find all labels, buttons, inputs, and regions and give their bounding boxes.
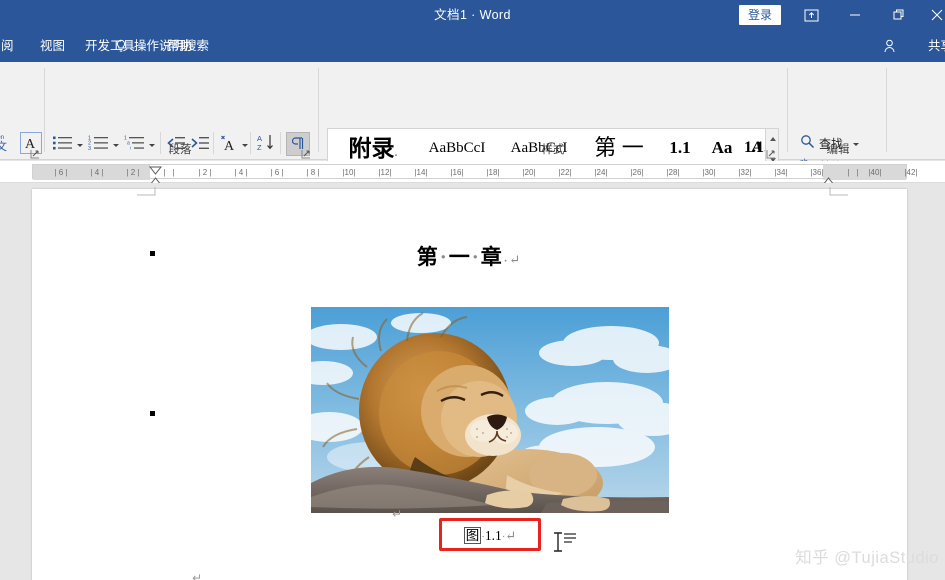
ruler-tick: | 4 | [90,168,104,177]
ruler-tick: |18| [486,168,500,177]
ruler-tick: | 2 | [198,168,212,177]
ribbon-display-options-icon[interactable] [789,0,833,30]
group-label-editing: 编辑 [826,144,850,156]
ruler-tick: | 8 | [306,168,320,177]
ruler-tick: |22| [558,168,572,177]
hanging-indent-marker[interactable] [148,173,163,186]
ruler-tick: |40| [868,168,882,177]
group-label-styles: 样式 [541,144,565,156]
share-person-icon [884,38,899,54]
ruler-tick: |16| [450,168,464,177]
caption-prefix: 图 [463,526,482,544]
lion-image[interactable] [311,307,669,513]
margin-corner-mark [137,187,163,213]
close-icon[interactable] [915,0,945,30]
ruler-tick: |34| [774,168,788,177]
watermark: 知乎 @TujiaStudio [795,549,939,567]
lightbulb-icon [113,38,129,54]
tab-developer[interactable]: 开发工具 [78,30,142,62]
paragraph-dialog-launcher[interactable] [301,146,311,159]
ruler-tick: |12| [378,168,392,177]
caption-paragraph-mark: ↵ [505,527,517,543]
paragraph-mark: ↵ [509,252,523,267]
ribbon-tabs: 阅 视图 开发工具 帮助 操作说明搜索 共享 [0,30,945,62]
page-title: 第·一·章·↵ [416,245,523,269]
tab-view[interactable]: 视图 [33,30,72,62]
tab-review[interactable]: 阅 [0,30,21,62]
style-bullet-marker [150,411,155,416]
ruler-tick: |28| [666,168,680,177]
title-part-1: 第 [416,245,440,269]
ruler-tick: |14| [414,168,428,177]
ruler-track[interactable]: | 6 | | 4 | | 2 | | | | 2 | | 4 | | 6 | … [32,164,918,180]
first-line-indent-marker[interactable] [148,162,163,175]
ruler[interactable]: | 6 | | 4 | | 2 | | | | 2 | | 4 | | 6 | … [0,161,945,186]
ruler-tick: | 2 | [126,168,140,177]
text-cursor-pointer [552,531,576,557]
word-window: 文档1 · Word 登录 阅 视图 开发工具 帮助 操作说明搜索 共 n 文 … [0,0,945,580]
phonetic-guide-icon[interactable]: hén 文 [0,132,18,152]
figure-caption-row[interactable]: 图 ·1.1·↵ [311,517,669,551]
figure-caption: 图 ·1.1·↵ [463,526,517,544]
caption-number: 1.1 [484,527,502,543]
ruler-tick: |10| [342,168,356,177]
ruler-tick: |24| [594,168,608,177]
ruler-tick: |32| [738,168,752,177]
group-label-paragraph: 段落 [168,144,192,156]
ribbon: hén 文 A A 字 [0,62,945,197]
caption-highlight-box[interactable]: 图 ·1.1·↵ [438,517,542,551]
ruler-tick: |30| [702,168,716,177]
title-bar: 文档1 · Word 登录 [0,0,945,30]
font-dialog-launcher[interactable] [30,146,40,159]
svg-text:文: 文 [0,139,7,152]
ruler-tick: | 6 | [54,168,68,177]
document-page[interactable]: 第·一·章·↵ ↵ 图 ·1.1·↵ ↵ [32,187,907,580]
styles-dialog-launcher[interactable] [766,146,776,159]
tell-me-search[interactable]: 操作说明搜索 [134,30,209,62]
margin-corner-mark-right [820,187,848,213]
trailing-paragraph-mark: ↵ [192,571,203,580]
ruler-tick: |20| [522,168,536,177]
minimize-icon[interactable] [833,0,877,30]
space-dot: · [439,245,449,269]
share-button[interactable]: 共享 [928,30,945,62]
document-canvas[interactable]: 第·一·章·↵ ↵ 图 ·1.1·↵ ↵ 知乎 @TujiaStudio [0,183,945,580]
ruler-tick: |42| [904,168,918,177]
ruler-tick: |26| [630,168,644,177]
ruler-tick: | 4 | [234,168,248,177]
right-indent-marker[interactable] [821,173,836,186]
space-dot: · [471,245,481,269]
sign-in-button[interactable]: 登录 [738,5,781,25]
style-bullet-marker [150,251,155,256]
ruler-tick: | 6 | [270,168,284,177]
title-part-2: 一 [448,245,472,269]
title-part-3: 章 [480,245,504,269]
